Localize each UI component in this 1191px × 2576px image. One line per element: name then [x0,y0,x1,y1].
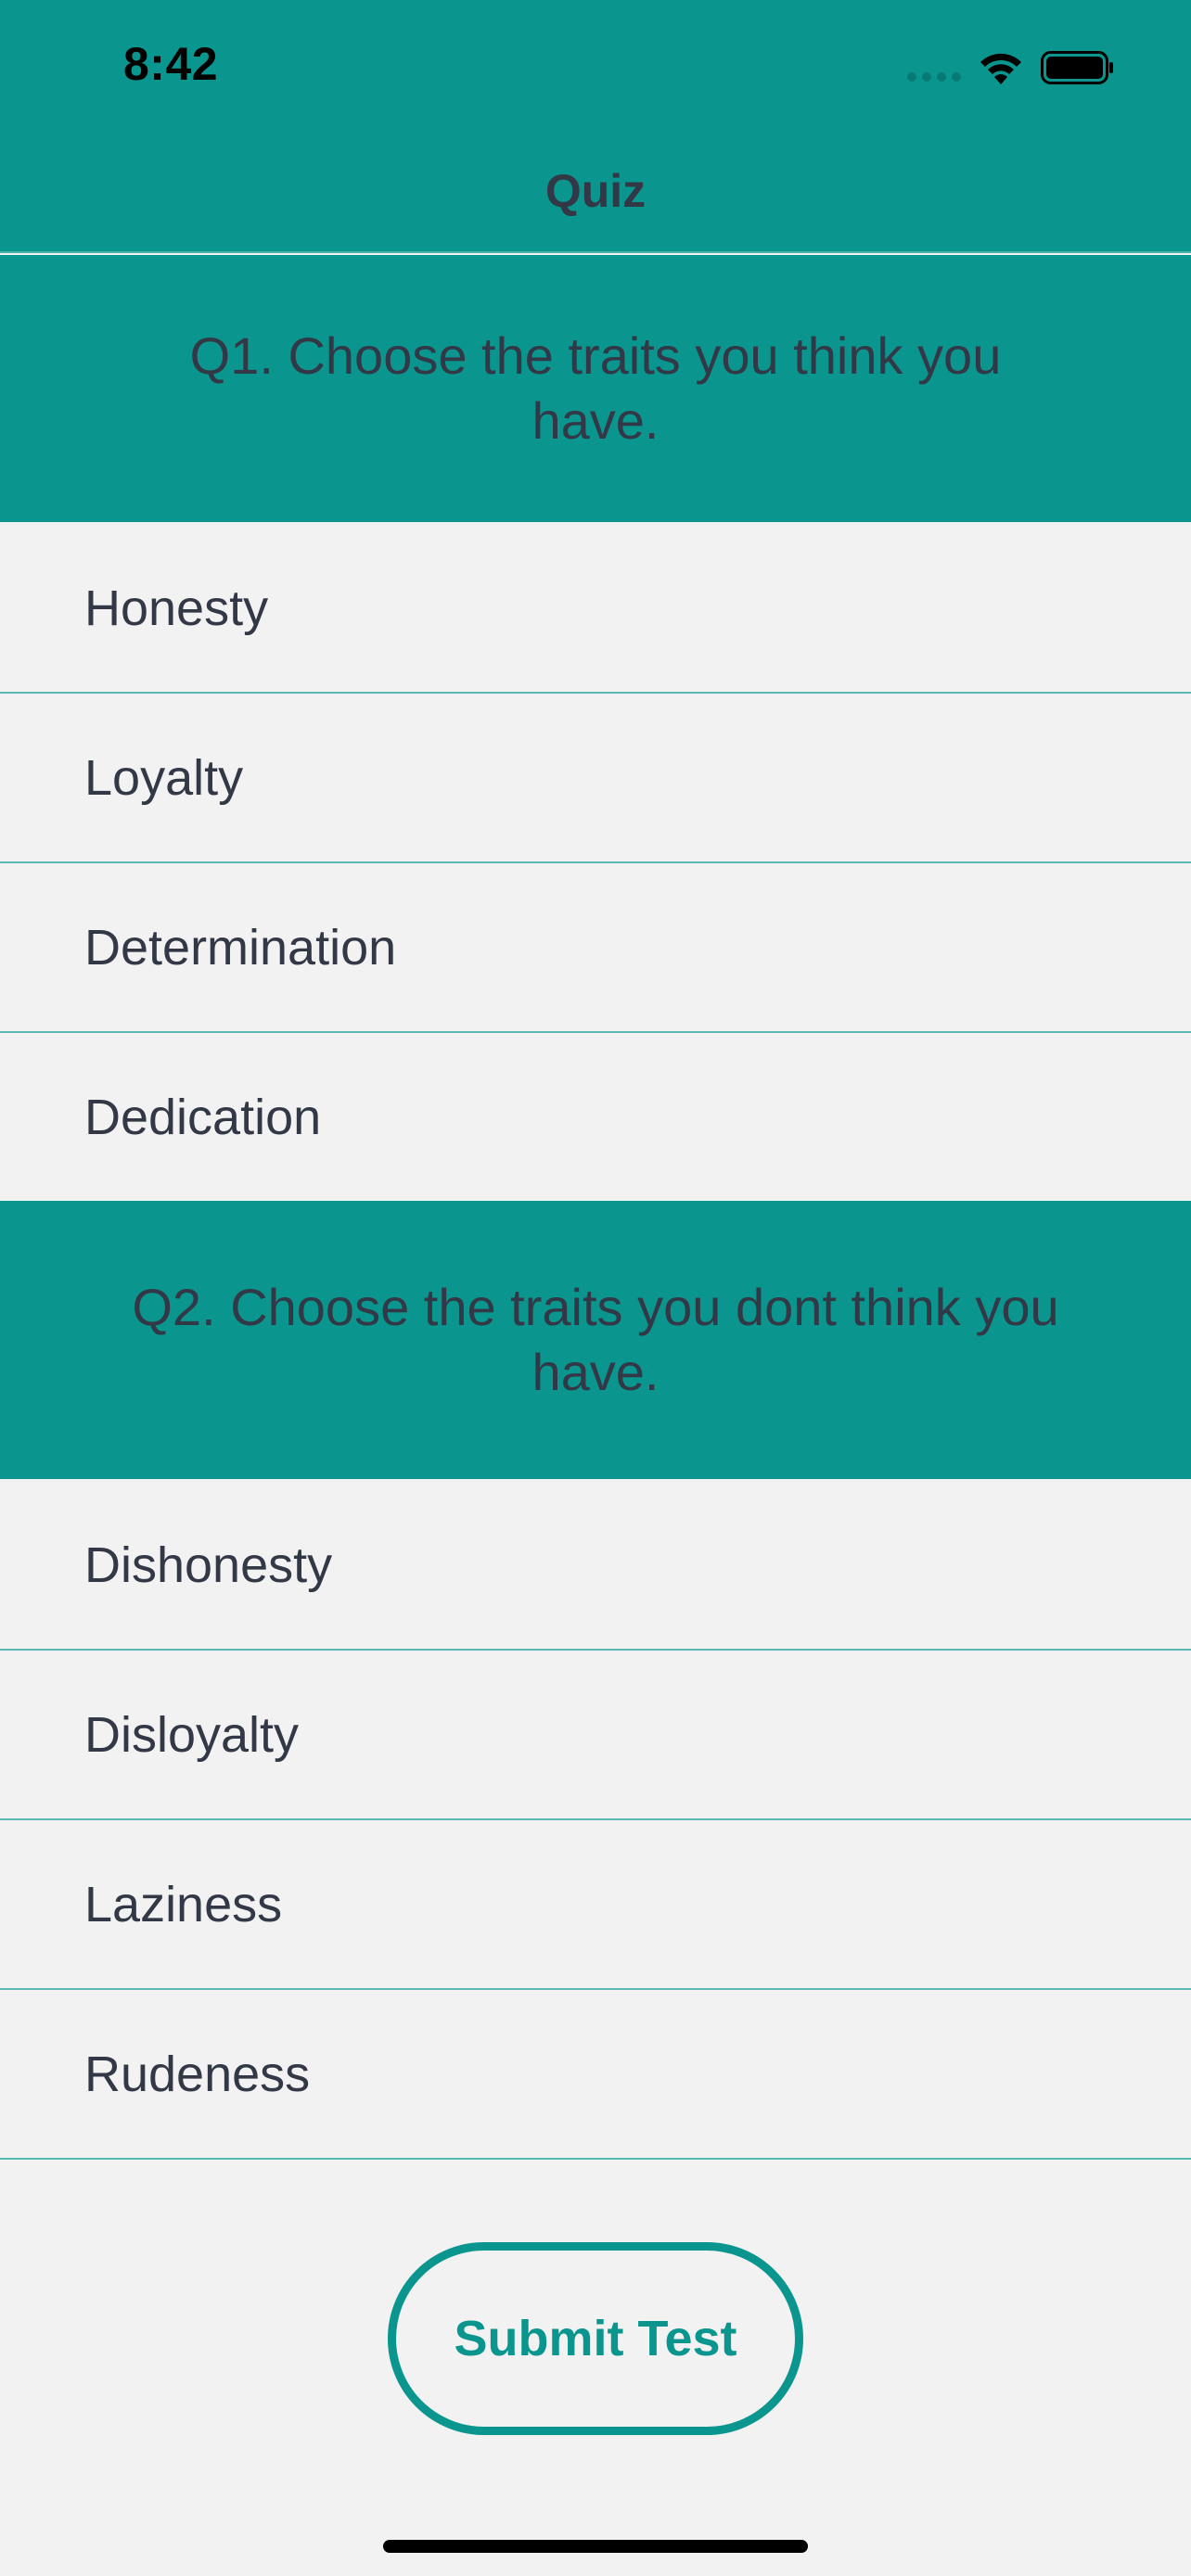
home-indicator[interactable] [383,2540,808,2553]
status-icons [907,45,1115,91]
option-loyalty[interactable]: Loyalty [0,694,1191,863]
quiz-screen: 8:42 Quiz Q1. Choose the traits you thin… [0,0,1191,2576]
page-title: Quiz [544,165,647,217]
option-laziness[interactable]: Laziness [0,1820,1191,1990]
option-disloyalty[interactable]: Disloyalty [0,1651,1191,1820]
battery-icon [1041,51,1113,84]
submit-test-button[interactable]: Submit Test [388,2242,803,2435]
cellular-signal-icon [907,72,961,82]
option-honesty[interactable]: Honesty [0,524,1191,694]
wifi-icon [980,53,1021,84]
option-determination[interactable]: Determination [0,863,1191,1033]
option-dishonesty[interactable]: Dishonesty [0,1481,1191,1651]
question-2-header: Q2. Choose the traits you dont think you… [0,1201,1191,1479]
question-1-header: Q1. Choose the traits you think you have… [0,255,1191,522]
option-rudeness[interactable]: Rudeness [0,1990,1191,2160]
navigation-header: 8:42 Quiz [0,0,1191,253]
status-time: 8:42 [123,38,219,90]
option-dedication[interactable]: Dedication [0,1033,1191,1203]
